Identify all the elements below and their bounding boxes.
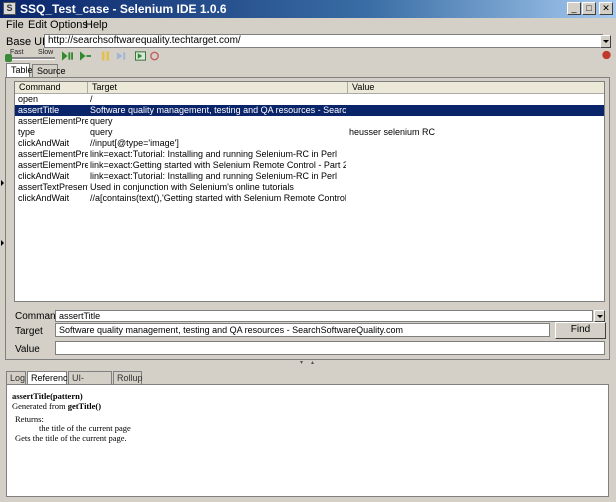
tab-ui-element[interactable]: UI-Element [68,371,112,395]
speed-slider[interactable] [7,57,55,60]
cell-command: open [18,94,39,104]
cell-value: heusser selenium RC [349,127,436,137]
table-row[interactable]: clickAndWait //input[@type='image'] [15,138,604,149]
rollup-icon[interactable] [135,51,146,61]
cell-command: clickAndWait [18,138,70,148]
target-label: Target [15,326,43,337]
table-header: Command Target Value [15,82,604,94]
find-button[interactable]: Find [555,322,606,339]
column-command[interactable]: Command [15,82,88,93]
table-row[interactable]: assertTitle Software quality management, … [15,105,604,116]
tab-rollup[interactable]: Rollup [113,371,143,384]
cell-target: Used in conjunction with Selenium's onli… [90,182,294,192]
base-url-row: Base URL http://searchsoftwarequality.te… [0,34,616,49]
cell-command: clickAndWait [18,171,70,181]
value-input[interactable] [55,341,605,355]
base-url-dropdown-button[interactable] [600,35,611,48]
column-value[interactable]: Value [348,82,604,93]
collapse-left-icon[interactable] [1,180,4,186]
menu-bar: File Edit Options Help [0,18,616,33]
tab-table[interactable]: Table [6,63,33,77]
speed-slider-handle[interactable] [5,54,12,62]
reference-generated-prefix: Generated from [12,401,68,411]
pane-splitter[interactable] [0,361,616,365]
schedule-icon[interactable] [149,51,160,61]
reference-panel: assertTitle(pattern) Generated from getT… [6,384,609,497]
table-row[interactable]: type query heusser selenium RC [15,127,604,138]
base-url-input[interactable]: http://searchsoftwarequality.techtarget.… [44,34,603,48]
title-bar: S SSQ_Test_case - Selenium IDE 1.0.6 _ □… [0,0,616,18]
menu-file[interactable]: File [6,19,24,31]
minimize-icon: _ [571,3,577,13]
reference-description: Gets the title of the current page. [15,433,127,443]
cell-target: link=exact:Tutorial: Installing and runn… [90,149,338,159]
cell-command: type [18,127,36,137]
cell-command: clickAndWait [18,193,70,203]
pause-icon[interactable] [100,51,111,61]
reference-generated: Generated from getTitle() [12,401,101,411]
step-icon[interactable] [116,51,127,61]
table-row[interactable]: assertElementPre...link=exact:Getting st… [15,160,604,171]
speed-fast-label: Fast [10,49,24,56]
table-row[interactable]: open / [15,94,604,105]
toolbar: Fast Slow [0,49,616,63]
table-row[interactable]: clickAndWait link=exact:Tutorial: Install… [15,171,604,182]
cell-command: assertTextPresent [18,182,88,192]
menu-help[interactable]: Help [85,19,108,31]
command-input[interactable]: assertTitle [55,310,593,322]
cell-target: query [90,127,113,137]
cell-command: assertElementPre... [18,149,88,159]
cell-target: //a[contains(text(),'Getting started wit… [90,193,346,203]
cell-target: query [90,116,113,126]
tab-log[interactable]: Log [6,371,26,384]
column-target[interactable]: Target [88,82,348,93]
cell-target: link=exact:Tutorial: Installing and runn… [90,171,338,181]
menu-edit[interactable]: Edit [28,19,47,31]
maximize-icon: □ [586,3,592,13]
command-table: Command Target Value open / assertTitle Sof… [14,81,605,302]
target-input[interactable]: Software quality management, testing and… [55,323,550,337]
menu-options[interactable]: Options [50,19,88,31]
table-row[interactable]: assertTextPresent Used in conjunction wit… [15,182,604,193]
window-title: SSQ_Test_case - Selenium IDE 1.0.6 [20,2,227,16]
tab-reference[interactable]: Reference [27,371,73,384]
play-all-icon[interactable] [62,51,73,61]
close-button[interactable]: ✕ [599,2,613,15]
table-row[interactable]: assertElementPre...query [15,116,604,127]
value-label: Value [15,344,40,355]
selenium-app-icon: S [3,2,16,15]
tab-source[interactable]: Source [32,64,66,77]
close-icon: ✕ [602,3,610,13]
table-row[interactable]: assertElementPre...link=exact:Tutorial: … [15,149,604,160]
minimize-button[interactable]: _ [567,2,581,15]
table-row[interactable]: clickAndWait //a[contains(text(),'Getting… [15,193,604,204]
play-current-icon[interactable] [80,51,91,61]
reference-signature: assertTitle(pattern) [12,391,83,401]
cell-command: assertTitle [18,105,60,115]
cell-command: assertElementPre... [18,116,88,126]
command-dropdown-button[interactable] [594,310,605,322]
cell-target: link=exact:Getting started with Selenium… [90,160,346,170]
cell-target: / [90,94,93,104]
expand-left-icon[interactable] [1,240,4,246]
reference-generated-from: getTitle() [67,401,102,411]
record-icon[interactable] [601,50,612,60]
cell-command: assertElementPre... [18,160,88,170]
reference-returns-text: the title of the current page [39,423,131,433]
speed-slow-label: Slow [38,49,54,56]
grip-icon [300,361,314,364]
cell-target: //input[@type='image'] [90,138,179,148]
maximize-button[interactable]: □ [582,2,596,15]
cell-target: Software quality management, testing and… [90,105,346,115]
